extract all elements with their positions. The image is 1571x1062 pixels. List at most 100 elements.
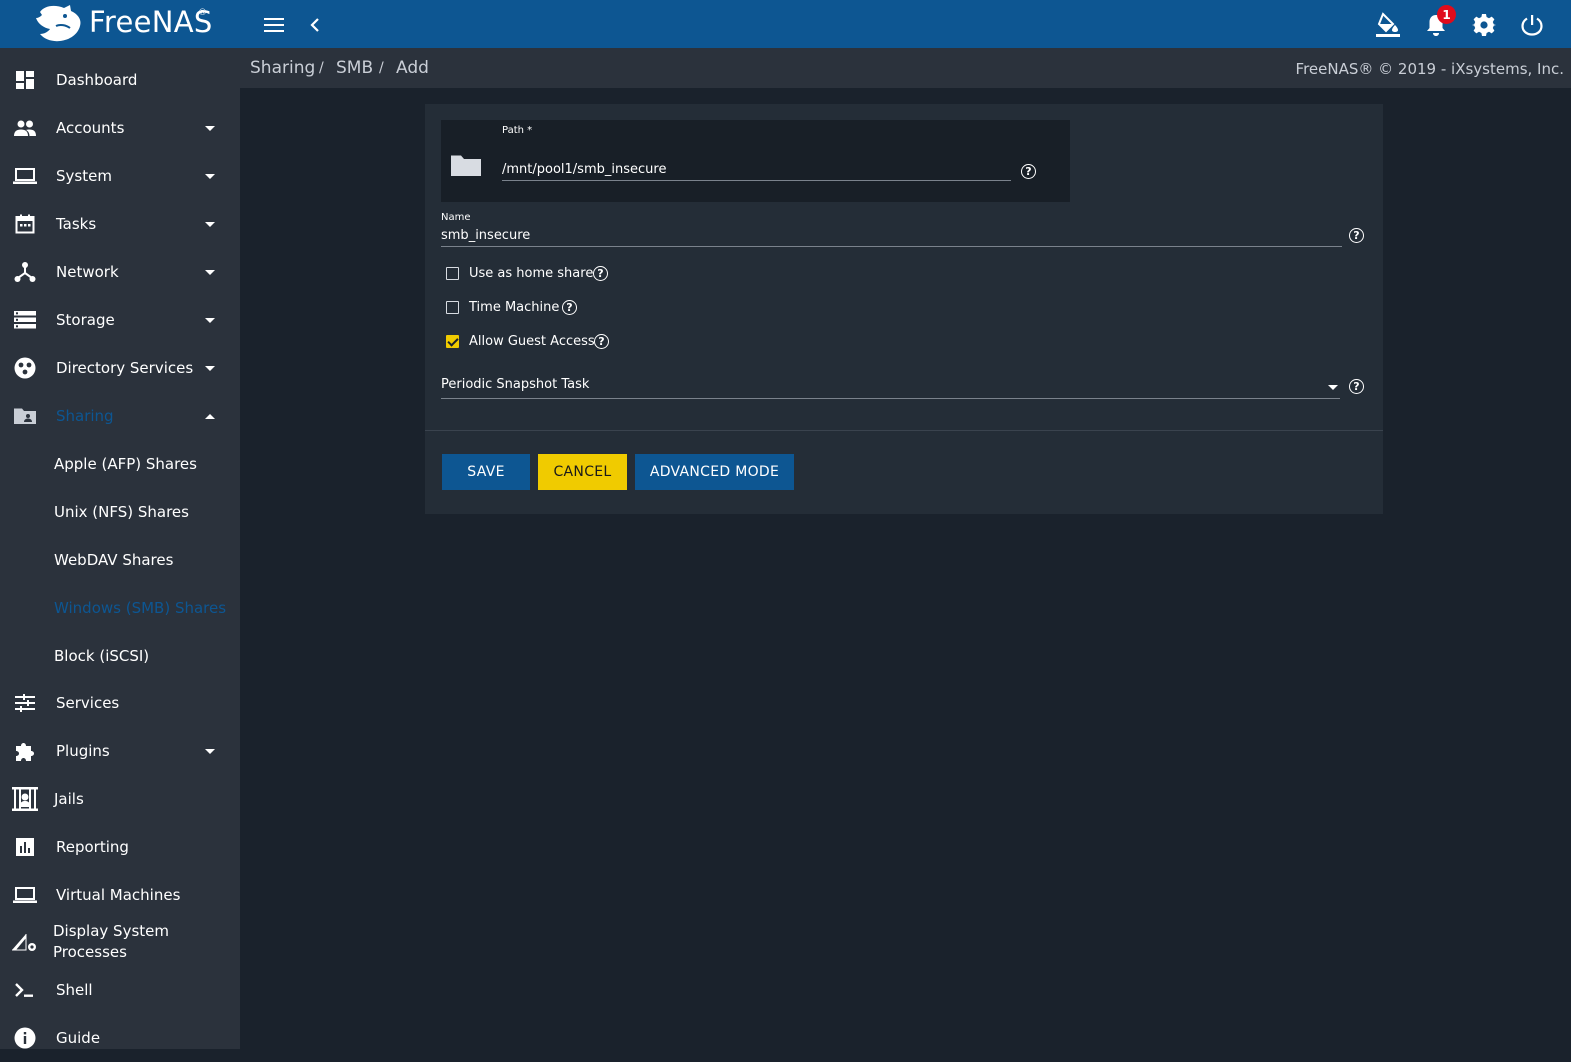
breadcrumb-smb[interactable]: SMB [336, 58, 373, 78]
name-input[interactable]: smb_insecure [441, 228, 530, 243]
sidebar-item-shell[interactable]: Shell [0, 966, 240, 1014]
sidebar-item-guide[interactable]: Guide [0, 1014, 240, 1062]
people-icon [12, 115, 38, 141]
breadcrumb-sharing[interactable]: Sharing [250, 58, 315, 78]
menu-icon[interactable] [262, 12, 288, 38]
top-bar: FreeNAS ® 1 [0, 0, 1571, 48]
sidebar-subitem-nfs[interactable]: Unix (NFS) Shares [0, 488, 240, 536]
sidebar-item-dashboard[interactable]: Dashboard [0, 56, 240, 104]
brand-name: FreeNAS [89, 5, 213, 39]
sidebar-item-label: Dashboard [56, 71, 138, 89]
sidebar-subitem-label: Windows (SMB) Shares [54, 599, 227, 617]
breadcrumb-separator: / [379, 60, 384, 76]
calendar-icon [12, 211, 38, 237]
sidebar-item-label: Accounts [56, 119, 125, 137]
sidebar-item-label: Directory Services [56, 359, 194, 377]
caret-down-icon [205, 317, 215, 323]
sidebar-item-label: Reporting [56, 838, 129, 856]
name-underline [441, 246, 1342, 247]
sidebar-item-tasks[interactable]: Tasks [0, 200, 240, 248]
sidebar-item-label: Network [56, 263, 119, 281]
gear-icon[interactable] [1471, 12, 1497, 38]
sidebar-item-jails[interactable]: Jails [0, 775, 240, 823]
home-share-checkbox[interactable] [446, 267, 459, 280]
dropdown-arrow-icon[interactable] [1328, 385, 1338, 390]
help-icon[interactable]: ? [593, 266, 608, 281]
freenas-logo[interactable]: FreeNAS ® [0, 0, 240, 48]
chevron-left-icon[interactable] [302, 12, 328, 38]
sidebar-item-label: Services [56, 694, 120, 712]
sidebar-item-system[interactable]: System [0, 152, 240, 200]
sidebar-item-reporting[interactable]: Reporting [0, 823, 240, 871]
sidebar-subitem-label: WebDAV Shares [54, 551, 174, 569]
directory-icon [12, 355, 38, 381]
sidebar-item-virtual-machines[interactable]: Virtual Machines [0, 871, 240, 919]
time-machine-checkbox[interactable] [446, 301, 459, 314]
help-icon[interactable]: ? [1021, 164, 1036, 179]
sidebar-subitem-label: Apple (AFP) Shares [54, 455, 197, 473]
laptop-icon [12, 882, 38, 908]
breadcrumb: Sharing / SMB / Add FreeNAS® © 2019 - iX… [240, 48, 1571, 88]
snapshot-underline [441, 398, 1340, 399]
sidebar-item-label: Jails [54, 790, 84, 808]
caret-down-icon [205, 125, 215, 131]
guest-access-checkbox[interactable] [446, 335, 459, 348]
name-label: Name [441, 212, 471, 223]
help-icon[interactable]: ? [1349, 379, 1364, 394]
save-button[interactable]: SAVE [442, 454, 530, 490]
sidebar-item-label: Tasks [56, 215, 97, 233]
cancel-button[interactable]: CANCEL [538, 454, 627, 490]
sidebar-item-label: Guide [56, 1029, 101, 1047]
shell-icon [12, 977, 38, 1003]
folder-shared-icon [12, 403, 38, 429]
sidebar-item-storage[interactable]: Storage [0, 296, 240, 344]
help-icon[interactable]: ? [594, 334, 609, 349]
folder-icon[interactable] [451, 154, 481, 182]
paint-bucket-icon[interactable] [1375, 12, 1401, 38]
sidebar-item-sharing[interactable]: Sharing [0, 392, 240, 440]
puzzle-icon [12, 738, 38, 764]
time-machine-label[interactable]: Time Machine [469, 300, 559, 315]
sidebar-item-display-system-processes[interactable]: Display System Processes [0, 918, 240, 966]
sidebar: Dashboard Accounts System Tasks Network [0, 48, 240, 1049]
caret-down-icon [205, 365, 215, 371]
label-line-2: Processes [53, 943, 127, 961]
caret-down-icon [205, 748, 215, 754]
copyright-text: FreeNAS® © 2019 - iXsystems, Inc. [1295, 60, 1564, 78]
sidebar-item-directory-services[interactable]: Directory Services [0, 344, 240, 392]
label-line-1: Display System [53, 922, 169, 940]
smb-share-form: Path * /mnt/pool1/smb_insecure ? Name sm… [425, 104, 1383, 514]
sidebar-subitem-iscsi[interactable]: Block (iSCSI) [0, 632, 240, 680]
home-share-label[interactable]: Use as home share [469, 266, 593, 281]
sidebar-item-label: Virtual Machines [56, 886, 181, 904]
caret-up-icon [205, 413, 215, 419]
caret-down-icon [205, 173, 215, 179]
path-input[interactable]: /mnt/pool1/smb_insecure [502, 162, 666, 177]
laptop-icon [12, 163, 38, 189]
sidebar-item-plugins[interactable]: Plugins [0, 727, 240, 775]
caret-down-icon [205, 269, 215, 275]
advanced-mode-button[interactable]: ADVANCED MODE [635, 454, 794, 490]
sidebar-item-label: System [56, 167, 112, 185]
sidebar-subitem-label: Block (iSCSI) [54, 647, 150, 665]
sidebar-item-services[interactable]: Services [0, 679, 240, 727]
processes-icon [12, 929, 38, 955]
tune-icon [12, 690, 38, 716]
help-icon[interactable]: ? [1349, 228, 1364, 243]
sidebar-item-label: Display System Processes [53, 921, 169, 963]
sidebar-item-network[interactable]: Network [0, 248, 240, 296]
brand-trademark: ® [198, 8, 207, 18]
help-icon[interactable]: ? [562, 300, 577, 315]
dashboard-icon [12, 67, 38, 93]
caret-down-icon [205, 221, 215, 227]
power-icon[interactable] [1519, 12, 1545, 38]
snapshot-task-select[interactable]: Periodic Snapshot Task [441, 377, 589, 392]
sidebar-subitem-webdav[interactable]: WebDAV Shares [0, 536, 240, 584]
sidebar-item-accounts[interactable]: Accounts [0, 104, 240, 152]
sidebar-subitem-afp[interactable]: Apple (AFP) Shares [0, 440, 240, 488]
breadcrumb-separator: / [319, 60, 324, 76]
guest-access-label[interactable]: Allow Guest Access [469, 334, 595, 349]
shark-logo-icon [36, 5, 81, 42]
path-underline [502, 180, 1011, 181]
sidebar-subitem-smb[interactable]: Windows (SMB) Shares [0, 584, 240, 632]
